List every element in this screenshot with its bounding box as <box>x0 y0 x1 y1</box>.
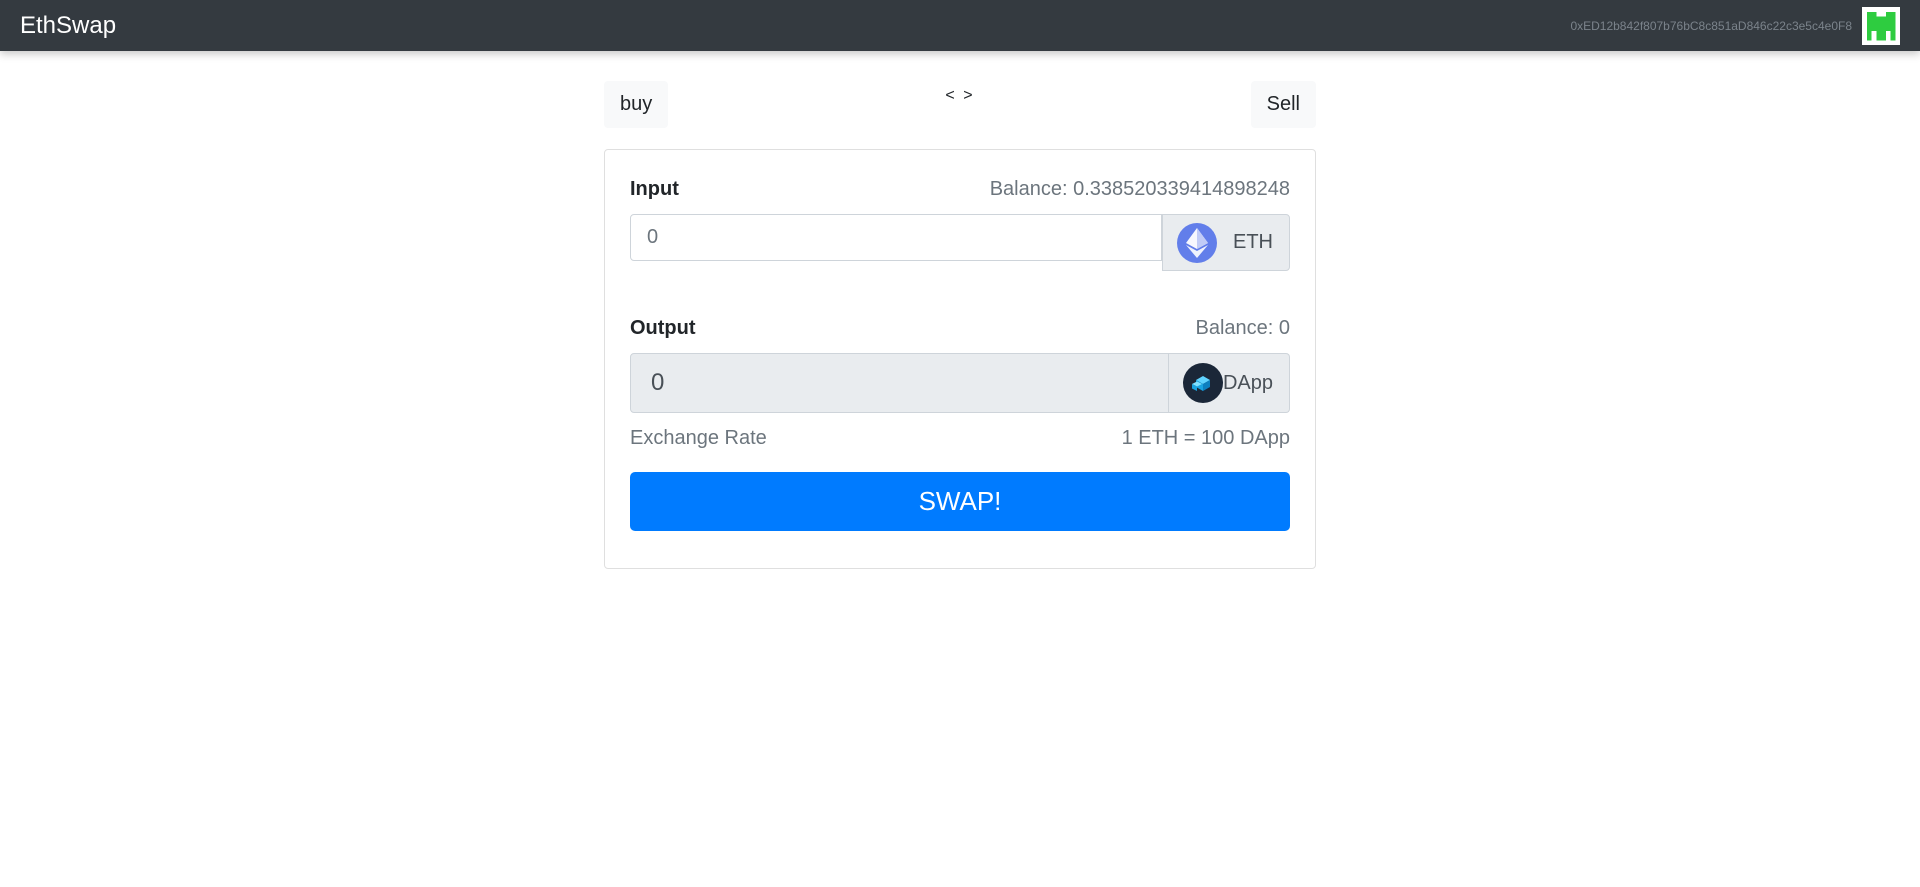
swap-container: buy < > Sell Input Balance: 0.3385203394… <box>604 81 1316 569</box>
navbar: EthSwap 0xED12b842f807b76bC8c851aD846c22… <box>0 0 1920 51</box>
sell-button[interactable]: Sell <box>1250 81 1316 128</box>
brand-link[interactable]: EthSwap <box>20 12 116 40</box>
input-balance: Balance: 0.338520339414898248 <box>989 178 1290 200</box>
identicon-avatar <box>1862 6 1900 45</box>
dapp-token-icon <box>1182 363 1223 403</box>
input-token-addon: ETH <box>1162 214 1290 271</box>
exchange-rate-label: Exchange Rate <box>630 427 767 449</box>
input-label: Input <box>630 178 679 200</box>
input-group: 0 ETH <box>630 214 1290 271</box>
exchange-rate-row: Exchange Rate 1 ETH = 100 DApp <box>630 427 1290 450</box>
output-balance: Balance: 0 <box>1195 317 1290 339</box>
output-token-label: DApp <box>1222 371 1273 394</box>
output-label: Output <box>630 317 696 339</box>
output-header: Output Balance: 0 <box>630 317 1290 343</box>
exchange-rate-value: 1 ETH = 100 DApp <box>1121 427 1290 449</box>
account-info: 0xED12b842f807b76bC8c851aD846c22c3e5c4e0… <box>1570 6 1900 45</box>
output-amount-field: 0 <box>630 353 1169 413</box>
swap-button[interactable]: SWAP! <box>630 472 1290 531</box>
swap-form: Input Balance: 0.338520339414898248 0 ET… <box>604 149 1316 569</box>
ethereum-icon <box>1177 222 1217 263</box>
mode-switch: buy < > Sell <box>604 81 1316 128</box>
output-group: 0 DApp <box>630 353 1290 413</box>
mode-toggle[interactable]: < > <box>604 87 1316 105</box>
input-amount-field[interactable]: 0 <box>630 214 1162 261</box>
account-address: 0xED12b842f807b76bC8c851aD846c22c3e5c4e0… <box>1570 18 1852 33</box>
input-token-label: ETH <box>1233 231 1273 253</box>
input-header: Input Balance: 0.338520339414898248 <box>630 178 1290 204</box>
output-token-addon: DApp <box>1168 353 1290 413</box>
